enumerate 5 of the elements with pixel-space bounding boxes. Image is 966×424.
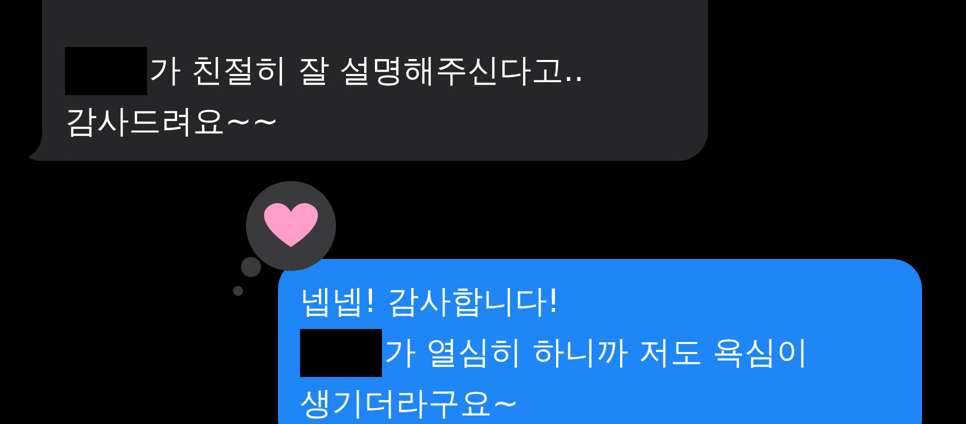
message-text: 생기더라구요~ — [300, 383, 519, 424]
message-text: 넵넵! 감사합니다! — [300, 281, 560, 322]
message-text: 가 친절히 잘 설명해주신다고.. — [149, 50, 584, 91]
message-text: 감사드려요~~ — [65, 101, 279, 142]
message-text: 가 열심히 하니까 저도 욕심이 — [384, 332, 809, 373]
